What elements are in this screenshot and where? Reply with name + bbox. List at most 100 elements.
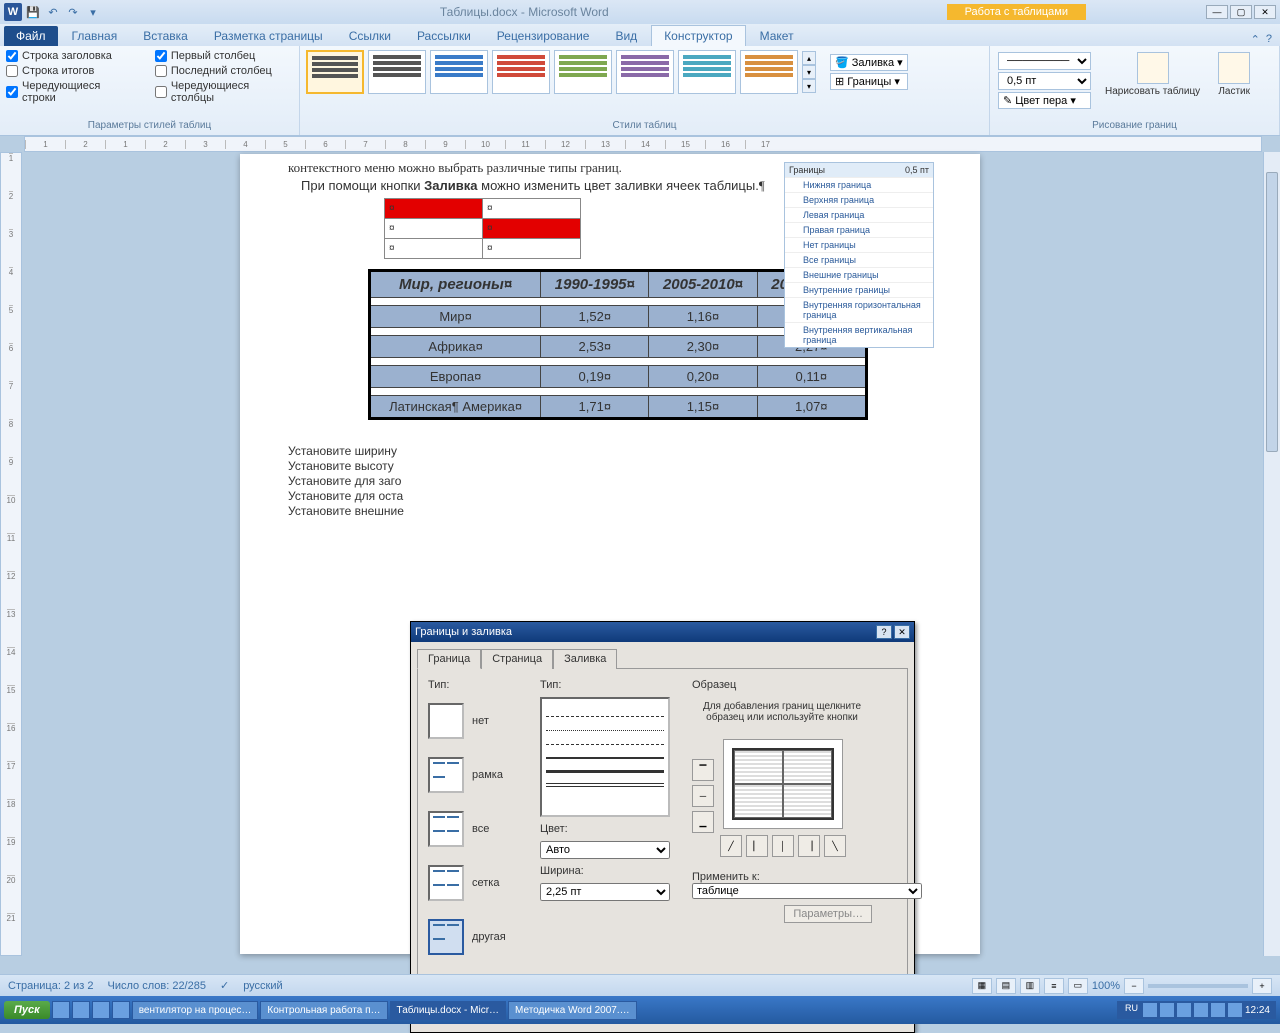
taskbar-item[interactable]: вентилятор на процес… <box>132 1001 259 1020</box>
dlg-tab-page[interactable]: Страница <box>481 649 553 669</box>
zoom-out-icon[interactable]: − <box>1124 978 1144 994</box>
preview-diag1-icon[interactable]: ╱ <box>720 835 742 857</box>
tray-icon[interactable] <box>1143 1003 1157 1017</box>
style-thumb-3[interactable] <box>430 50 488 94</box>
params-button[interactable]: Параметры… <box>784 905 872 923</box>
dlg-tab-shading[interactable]: Заливка <box>553 649 617 669</box>
maximize-button[interactable]: ▢ <box>1230 5 1252 19</box>
quicklaunch-icon[interactable] <box>92 1001 110 1019</box>
qat-undo-icon[interactable]: ↶ <box>44 3 62 21</box>
status-proofing-icon[interactable]: ✓ <box>220 979 229 992</box>
gallery-down-icon[interactable]: ▾ <box>802 65 816 79</box>
preview-bottom-border-icon[interactable]: ▁ <box>692 811 714 833</box>
dialog-help-icon[interactable]: ? <box>876 625 892 639</box>
type-grid[interactable]: сетка <box>428 865 528 901</box>
dlg-tab-border[interactable]: Граница <box>417 649 481 669</box>
preview-hmid-border-icon[interactable]: ─ <box>692 785 714 807</box>
style-thumb-8[interactable] <box>740 50 798 94</box>
tray-icon[interactable] <box>1211 1003 1225 1017</box>
quicklaunch-icon[interactable] <box>112 1001 130 1019</box>
chk-header-row[interactable]: Строка заголовка <box>6 50 135 62</box>
type-none[interactable]: нет <box>428 703 528 739</box>
view-fullscreen-icon[interactable]: ▤ <box>996 978 1016 994</box>
start-button[interactable]: Пуск <box>4 1001 50 1019</box>
eraser-button[interactable]: Ластик <box>1212 50 1256 99</box>
tab-references[interactable]: Ссылки <box>337 26 403 46</box>
ribbon-minimize-icon[interactable]: ⌃ <box>1251 33 1260 46</box>
tab-table-design[interactable]: Конструктор <box>651 25 745 46</box>
sample-small-table[interactable]: ¤¤ ¤¤ ¤¤ <box>384 198 581 259</box>
gallery-more-icon[interactable]: ▾ <box>802 79 816 93</box>
status-words[interactable]: Число слов: 22/285 <box>108 980 206 992</box>
tray-icon[interactable] <box>1177 1003 1191 1017</box>
preview-top-border-icon[interactable]: ▔ <box>692 759 714 781</box>
tab-table-layout[interactable]: Макет <box>748 26 806 46</box>
tray-icon[interactable] <box>1228 1003 1242 1017</box>
quicklaunch-icon[interactable] <box>72 1001 90 1019</box>
qat-more-icon[interactable]: ▾ <box>84 3 102 21</box>
minimize-button[interactable]: — <box>1206 5 1228 19</box>
qat-redo-icon[interactable]: ↷ <box>64 3 82 21</box>
tab-home[interactable]: Главная <box>60 26 130 46</box>
dialog-close-icon[interactable]: ✕ <box>894 625 910 639</box>
taskbar-item[interactable]: Методичка Word 2007.… <box>508 1001 637 1020</box>
width-select[interactable]: 2,25 пт <box>540 883 670 901</box>
apply-to-select[interactable]: таблице <box>692 883 922 899</box>
tab-page-layout[interactable]: Разметка страницы <box>202 26 335 46</box>
view-outline-icon[interactable]: ≡ <box>1044 978 1064 994</box>
color-select[interactable]: Авто <box>540 841 670 859</box>
borders-button[interactable]: ⊞ Границы ▾ <box>830 73 908 90</box>
preview-right-border-icon[interactable]: ▕ <box>798 835 820 857</box>
horizontal-ruler[interactable]: 121234567891011121314151617 <box>24 136 1262 152</box>
view-print-layout-icon[interactable]: ▦ <box>972 978 992 994</box>
shading-button[interactable]: 🪣 Заливка ▾ <box>830 54 908 71</box>
chk-first-col[interactable]: Первый столбец <box>155 50 293 62</box>
type-all[interactable]: все <box>428 811 528 847</box>
vertical-ruler[interactable]: 123456789101112131415161718192021 <box>0 152 22 956</box>
gallery-up-icon[interactable]: ▴ <box>802 51 816 65</box>
preview-left-border-icon[interactable]: ▏ <box>746 835 768 857</box>
tab-mailings[interactable]: Рассылки <box>405 26 483 46</box>
tray-clock[interactable]: 12:24 <box>1245 1005 1270 1016</box>
tray-icon[interactable] <box>1160 1003 1174 1017</box>
type-box[interactable]: рамка <box>428 757 528 793</box>
type-custom[interactable]: другая <box>428 919 528 955</box>
zoom-value[interactable]: 100% <box>1092 980 1120 992</box>
dialog-titlebar[interactable]: Границы и заливка ?✕ <box>411 622 914 642</box>
taskbar-item-active[interactable]: Таблицы.docx - Micr… <box>390 1001 507 1020</box>
tab-file[interactable]: Файл <box>4 26 58 46</box>
tab-review[interactable]: Рецензирование <box>485 26 602 46</box>
taskbar-item[interactable]: Контрольная работа п… <box>260 1001 387 1020</box>
line-style-list[interactable] <box>540 697 670 817</box>
zoom-in-icon[interactable]: + <box>1252 978 1272 994</box>
pen-width-select[interactable]: 0,5 пт <box>998 72 1091 90</box>
style-thumb-7[interactable] <box>678 50 736 94</box>
status-page[interactable]: Страница: 2 из 2 <box>8 980 94 992</box>
view-draft-icon[interactable]: ▭ <box>1068 978 1088 994</box>
close-button[interactable]: ✕ <box>1254 5 1276 19</box>
draw-table-button[interactable]: Нарисовать таблицу <box>1099 50 1206 99</box>
style-thumb-1[interactable] <box>306 50 364 94</box>
tab-view[interactable]: Вид <box>603 26 649 46</box>
pen-style-select[interactable]: ──────── <box>998 52 1091 70</box>
style-thumb-4[interactable] <box>492 50 550 94</box>
tray-lang-icon[interactable]: RU <box>1123 1003 1140 1017</box>
quicklaunch-icon[interactable] <box>52 1001 70 1019</box>
style-thumb-6[interactable] <box>616 50 674 94</box>
zoom-slider[interactable] <box>1148 984 1248 988</box>
chk-banded-cols[interactable]: Чередующиеся столбцы <box>155 80 293 104</box>
style-thumb-2[interactable] <box>368 50 426 94</box>
pen-color-button[interactable]: ✎ Цвет пера ▾ <box>998 92 1091 109</box>
chk-banded-rows[interactable]: Чередующиеся строки <box>6 80 135 104</box>
chk-last-col[interactable]: Последний столбец <box>155 65 293 77</box>
preview-diag2-icon[interactable]: ╲ <box>824 835 846 857</box>
preview-vmid-border-icon[interactable]: │ <box>772 835 794 857</box>
chk-total-row[interactable]: Строка итогов <box>6 65 135 77</box>
style-thumb-5[interactable] <box>554 50 612 94</box>
status-language[interactable]: русский <box>243 980 282 992</box>
qat-save-icon[interactable]: 💾 <box>24 3 42 21</box>
preview-box[interactable] <box>723 739 843 829</box>
view-web-icon[interactable]: ▥ <box>1020 978 1040 994</box>
help-icon[interactable]: ? <box>1266 33 1272 46</box>
tray-icon[interactable] <box>1194 1003 1208 1017</box>
